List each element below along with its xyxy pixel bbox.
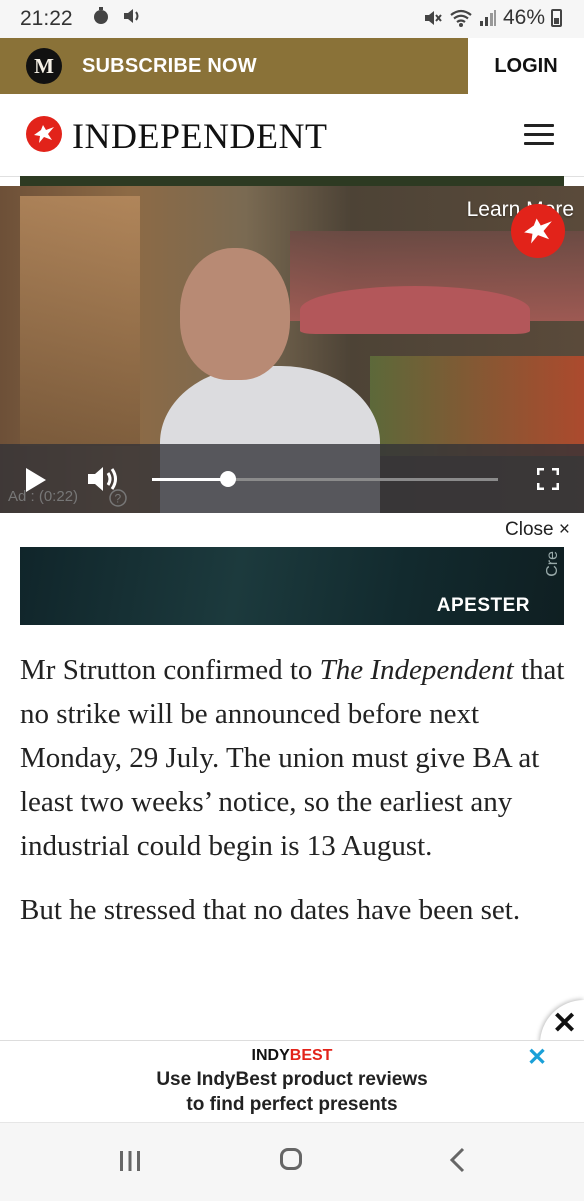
video-scene-person-head: [180, 248, 290, 380]
article-image-edge: [20, 176, 564, 186]
wifi-icon: [450, 9, 472, 27]
video-controls: Ad : (0:22) ?: [0, 444, 584, 513]
video-close-row: Close ×: [0, 513, 584, 547]
apester-logo: APESTER: [436, 595, 530, 616]
ad-text-line: to find perfect presents: [186, 1094, 398, 1115]
timer-icon: [94, 7, 108, 24]
subscribe-bar: M SUBSCRIBE NOW LOGIN: [0, 38, 584, 94]
image-credit: Cre: [544, 551, 561, 577]
apester-banner[interactable]: APESTER Cre: [20, 547, 564, 625]
svg-text:?: ?: [115, 492, 122, 506]
video-scene-produce: [370, 356, 584, 456]
status-bar: 21:22 46%: [0, 0, 584, 38]
battery-icon: [551, 9, 562, 27]
video-scene-umbrella: [300, 286, 530, 334]
ad-dismiss-icon[interactable]: ✕: [527, 1043, 547, 1072]
battery-percent: 46%: [502, 6, 545, 29]
back-icon[interactable]: [448, 1147, 468, 1173]
video-seek-bar[interactable]: [152, 471, 498, 487]
volume-icon: [123, 9, 139, 23]
eagle-icon[interactable]: [26, 116, 62, 152]
close-ad-button[interactable]: ✕: [540, 1000, 584, 1044]
close-video-button[interactable]: Close ×: [505, 519, 570, 541]
publication-name: The Independent: [319, 654, 514, 686]
login-button[interactable]: LOGIN: [468, 38, 584, 94]
ad-text-line: Use IndyBest product reviews: [156, 1069, 428, 1090]
article-body: Mr Strutton confirmed to The Independent…: [20, 648, 568, 952]
indybest-logo: INDYBEST: [251, 1047, 333, 1064]
premium-logo: M: [26, 48, 62, 84]
status-time: 21:22: [20, 7, 73, 30]
android-nav-bar: [0, 1122, 584, 1201]
indybest-ad[interactable]: INDYBEST Use IndyBest product reviews to…: [0, 1040, 584, 1123]
menu-icon[interactable]: [524, 124, 554, 146]
article-paragraph: Mr Strutton confirmed to The Independent…: [20, 654, 565, 862]
article-paragraph: But he stressed that no dates have been …: [20, 894, 521, 926]
video-seek-progress: [152, 478, 229, 481]
help-icon[interactable]: ?: [108, 488, 128, 508]
signal-icon: [479, 10, 496, 26]
video-player[interactable]: Learn More Ad : (0:22) ?: [0, 186, 584, 513]
video-seek-handle[interactable]: [220, 471, 237, 487]
mute-icon: [424, 11, 442, 25]
status-left-icons: [92, 6, 142, 30]
home-icon[interactable]: [280, 1148, 302, 1170]
subscribe-label: SUBSCRIBE NOW: [82, 54, 257, 77]
recent-apps-icon[interactable]: [118, 1149, 142, 1173]
eagle-icon[interactable]: [511, 204, 565, 258]
site-header: INDEPENDENT: [0, 94, 584, 177]
subscribe-button[interactable]: M SUBSCRIBE NOW: [0, 38, 468, 94]
close-icon: ✕: [552, 1007, 578, 1040]
site-logo[interactable]: INDEPENDENT: [72, 115, 327, 157]
ad-timer-label: Ad : (0:22): [8, 488, 79, 505]
status-right: 46%: [423, 6, 562, 30]
video-scene-window: [20, 196, 140, 446]
fullscreen-icon[interactable]: [537, 468, 559, 490]
